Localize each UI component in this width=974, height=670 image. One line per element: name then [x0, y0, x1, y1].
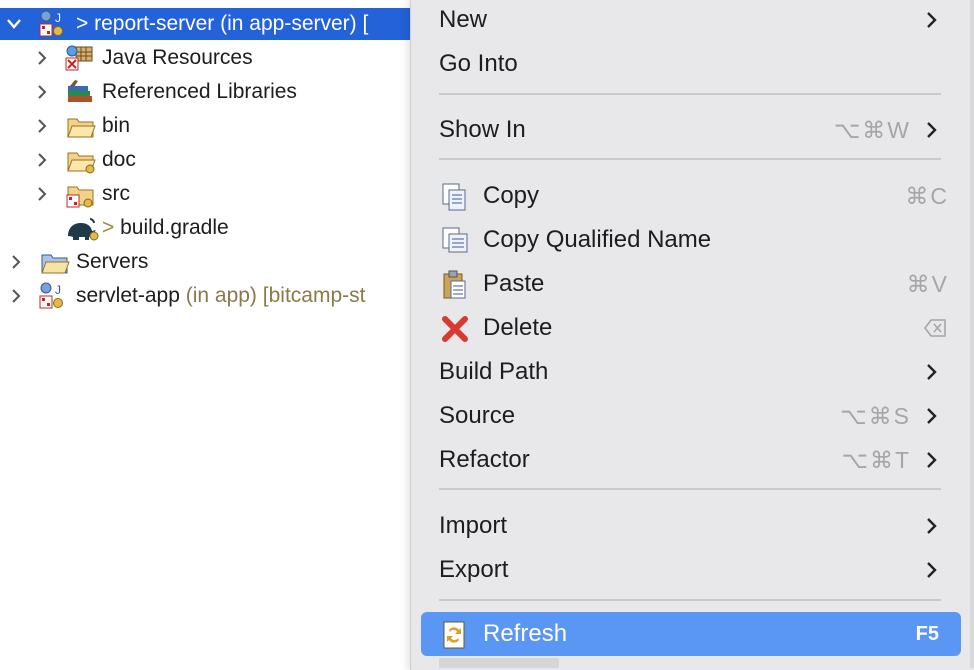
tree-item-prefix: >	[102, 216, 121, 239]
menu-item-shortcut: ⌥⌘T	[841, 447, 911, 473]
menu-item-shortcut: F5	[915, 623, 939, 645]
svg-text:J: J	[55, 11, 61, 25]
tree-item-label: build.gradle	[120, 216, 229, 239]
menu-item-paste[interactable]: Paste ⌘V	[411, 262, 971, 306]
tree-item-src[interactable]: src	[0, 178, 420, 210]
menu-item-shortcut: ⌥⌘W	[833, 117, 911, 143]
delete-key-icon	[924, 319, 946, 337]
submenu-arrow-icon	[927, 562, 937, 578]
submenu-arrow-icon	[927, 518, 937, 534]
menu-item-shortcut: ⌘V	[906, 271, 949, 297]
delete-x-icon	[442, 316, 468, 342]
tree-item-suffix: [	[356, 12, 369, 35]
menu-item-copy-qualified-name[interactable]: Copy Qualified Name	[411, 218, 971, 262]
menu-separator	[439, 599, 941, 601]
tree-item-label: Referenced Libraries	[102, 80, 297, 103]
menu-item-show-in[interactable]: Show In ⌥⌘W	[411, 108, 971, 152]
project-icon: J	[38, 10, 68, 38]
tree-item-label: doc	[102, 148, 136, 171]
menu-item-shortcut: ⌘C	[905, 183, 949, 209]
menu-separator	[439, 93, 941, 95]
menu-item-label: New	[439, 6, 488, 33]
tree-item-label: bin	[102, 114, 131, 137]
source-folder-icon	[66, 181, 96, 209]
submenu-arrow-icon	[927, 364, 937, 380]
library-books-icon	[64, 78, 94, 106]
tree-item-decoration: (in app) [bitcamp-st	[179, 284, 366, 307]
context-menu: New Go Into Show In ⌥⌘W Copy ⌘C Copy Qua…	[410, 0, 974, 670]
tree-item-doc[interactable]: doc	[0, 144, 420, 176]
window-edge	[970, 0, 974, 668]
menu-item-new[interactable]: New	[411, 0, 971, 42]
menu-item-go-into[interactable]: Go Into	[411, 42, 971, 86]
folder-icon	[66, 113, 96, 141]
tree-item-label: servlet-app	[76, 284, 180, 307]
menu-item-label: Refresh	[483, 620, 568, 647]
menu-item-label: Delete	[483, 314, 553, 341]
menu-item-refactor[interactable]: Refactor ⌥⌘T	[411, 438, 971, 482]
gradle-elephant-icon	[64, 214, 100, 242]
menu-item-shortcut: ⌥⌘S	[840, 403, 911, 429]
chevron-right-icon[interactable]	[34, 118, 50, 134]
menu-item-label: Source	[439, 402, 516, 429]
menu-item-source[interactable]: Source ⌥⌘S	[411, 394, 971, 438]
chevron-right-icon[interactable]	[34, 186, 50, 202]
menu-item-label: Import	[439, 512, 508, 539]
menu-separator	[439, 158, 941, 160]
package-explorer-tree: J > report-server (in app-server) [ Java…	[0, 0, 420, 668]
tree-item-servlet-app[interactable]: J servlet-app (in app) [bitcamp-st	[0, 280, 420, 312]
servers-folder-icon	[40, 249, 70, 277]
project-icon: J	[38, 282, 68, 310]
chevron-right-icon[interactable]	[8, 254, 24, 270]
menu-item-refresh[interactable]: Refresh F5	[421, 612, 961, 656]
tree-item-label: > report-server	[76, 12, 215, 35]
refresh-icon	[443, 621, 465, 649]
submenu-arrow-icon	[927, 408, 937, 424]
tree-item-label: Java Resources	[102, 46, 253, 69]
menu-item-label: Paste	[483, 270, 545, 297]
submenu-arrow-icon	[927, 452, 937, 468]
tree-item-java-resources[interactable]: Java Resources	[0, 42, 420, 74]
tree-item-label: src	[102, 182, 130, 205]
java-resources-icon	[64, 44, 94, 72]
menu-item-import[interactable]: Import	[411, 504, 971, 548]
menu-item-label: Go Into	[439, 50, 518, 77]
tree-item-report-server[interactable]: J > report-server (in app-server) [	[0, 8, 420, 40]
menu-item-partial	[439, 658, 559, 668]
menu-separator	[439, 488, 941, 490]
tree-item-decoration: (in app-server)	[214, 12, 357, 35]
submenu-arrow-icon	[927, 12, 937, 28]
menu-item-label: Export	[439, 556, 509, 583]
tree-item-referenced-libraries[interactable]: Referenced Libraries	[0, 76, 420, 108]
chevron-right-icon[interactable]	[34, 84, 50, 100]
menu-item-delete[interactable]: Delete	[411, 306, 971, 350]
folder-icon	[66, 147, 96, 175]
chevron-right-icon[interactable]	[34, 50, 50, 66]
menu-item-build-path[interactable]: Build Path	[411, 350, 971, 394]
submenu-arrow-icon	[927, 122, 937, 138]
chevron-right-icon[interactable]	[8, 288, 24, 304]
menu-item-label: Show In	[439, 116, 526, 143]
copy-qualified-name-icon	[442, 227, 468, 253]
menu-item-export[interactable]: Export	[411, 548, 971, 592]
chevron-down-icon[interactable]	[6, 16, 22, 32]
tree-item-build-gradle[interactable]: > build.gradle	[0, 212, 420, 244]
copy-icon	[442, 183, 466, 211]
menu-item-copy[interactable]: Copy ⌘C	[411, 174, 971, 218]
tree-item-label: Servers	[76, 250, 149, 273]
menu-item-label: Copy	[483, 182, 540, 209]
svg-text:J: J	[55, 283, 61, 297]
tree-item-bin[interactable]: bin	[0, 110, 420, 142]
menu-item-label: Refactor	[439, 446, 530, 473]
paste-clipboard-icon	[443, 270, 466, 299]
tree-item-servers[interactable]: Servers	[0, 246, 420, 278]
menu-item-label: Build Path	[439, 358, 549, 385]
chevron-right-icon[interactable]	[34, 152, 50, 168]
menu-item-label: Copy Qualified Name	[483, 226, 712, 253]
